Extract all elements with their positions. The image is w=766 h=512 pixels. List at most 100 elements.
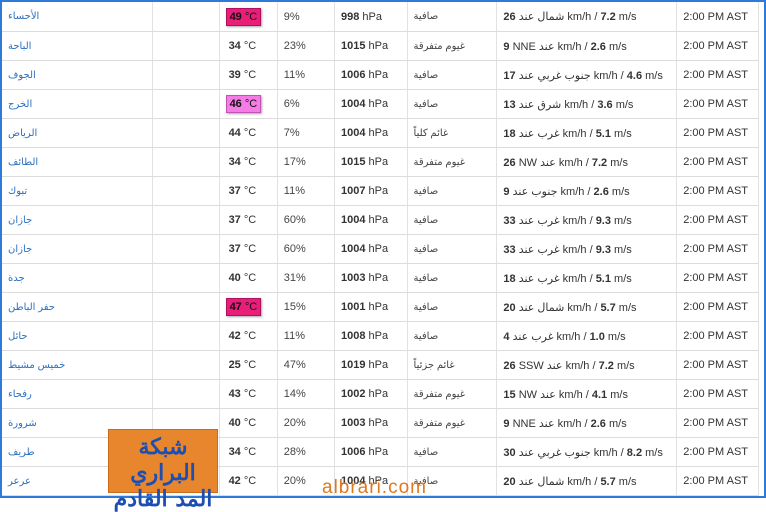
temperature-number: 25 [228,359,241,371]
table-row: الجوف 39 °C 11% 1006 hPa صافية 17 جنوب غربي ع… [2,60,759,90]
wind-unit-kmh: km/h / [562,243,593,256]
city-name-link[interactable]: خميس مشيط [2,350,154,380]
wind-direction: شمال عند [518,475,565,488]
wind-direction: غرب عند [518,272,560,285]
wind-unit-ms: m/s [645,69,663,82]
pressure-cell: 1019 hPa [334,350,408,380]
wind-cell: 18 غرب عند km/h / 5.1 m/s [496,263,678,293]
temperature-cell: 37 °C [219,205,278,235]
city-name-link[interactable]: الأحساء [2,2,154,32]
empty-cell [152,234,220,264]
temperature-cell: 44 °C [219,118,278,148]
wind-cell: 20 شمال عند km/h / 5.7 m/s [496,466,678,496]
wind-unit-ms: m/s [645,446,663,459]
city-name-link[interactable]: جازان [2,234,154,264]
table-row: رفحاء 43 °C 14% 1002 hPa غيوم متفرقة 15 NW عن… [2,379,759,409]
city-name-link[interactable]: جازان [2,205,154,235]
time-cell: 2:00 PM AST [676,408,759,438]
pressure-cell: 1004 hPa [334,234,408,264]
wind-speed-kmh: 17 [503,69,516,82]
time-cell: 2:00 PM AST [676,466,759,496]
wind-speed-kmh: 18 [503,127,516,140]
weather-table-body: الأحساء 49 °C 9% 998 hPa صافية 26 شمال عند km… [2,2,759,496]
weather-table-frame: الأحساء 49 °C 9% 998 hPa صافية 26 شمال عند km… [0,0,766,498]
temperature-unit: °C [243,243,257,255]
temperature-unit: °C [243,40,257,52]
pressure-value: 1004 [340,98,366,110]
pressure-unit: hPa [368,98,389,110]
wind-unit-kmh: km/h / [562,214,593,227]
wind-speed-kmh: 26 [503,156,516,169]
wind-cell: 18 غرب عند km/h / 5.1 m/s [496,118,678,148]
temperature-cell: 34 °C [219,147,278,177]
city-name-link[interactable]: حائل [2,321,154,351]
city-name-link[interactable]: الرياض [2,118,154,148]
condition-cell: صافية [407,234,498,264]
temperature-value: 44 °C [226,125,260,141]
pressure-cell: 1006 hPa [334,437,408,467]
time-cell: 2:00 PM AST [676,321,759,351]
humidity-cell: 11% [277,60,335,90]
site-watermark: albrari.com [322,477,427,498]
condition-cell: صافية [407,321,498,351]
condition-cell: غيوم متفرقة [407,147,498,177]
time-cell: 2:00 PM AST [676,263,759,293]
time-cell: 2:00 PM AST [676,176,759,206]
table-row: الرياض 44 °C 7% 1004 hPa غائم كلياً 18 غرب عن… [2,118,759,148]
city-name-link[interactable]: الباحة [2,31,154,61]
temperature-unit: °C [243,156,257,168]
city-name-link[interactable]: تبوك [2,176,154,206]
table-row: جازان 37 °C 60% 1004 hPa صافية 33 غرب عند km/… [2,205,759,235]
city-name-link[interactable]: رفحاء [2,379,154,409]
pressure-unit: hPa [368,417,389,429]
temperature-value: 37 °C [226,183,260,199]
temperature-number: 42 [228,475,241,487]
wind-cell: 30 جنوب غربي عند km/h / 8.2 m/s [496,437,678,467]
wind-unit-kmh: km/h / [567,475,598,488]
humidity-cell: 7% [277,118,335,148]
temperature-cell: 42 °C [219,466,278,496]
wind-speed-ms: 7.2 [598,359,614,372]
temperature-cell: 46 °C [219,89,278,119]
wind-unit-kmh: km/h / [556,330,587,343]
condition-cell: غيوم متفرقة [407,379,498,409]
city-name-link[interactable]: الخرج [2,89,154,119]
temperature-unit: °C [243,69,257,81]
city-name-link[interactable]: الطائف [2,147,154,177]
pressure-unit: hPa [368,272,389,284]
condition-cell: صافية [407,89,498,119]
wind-unit-kmh: km/h / [562,272,593,285]
pressure-cell: 1006 hPa [334,60,408,90]
city-name-link[interactable]: جدة [2,263,154,293]
wind-speed-ms: 5.7 [600,301,616,314]
condition-cell: غائم كلياً [407,118,498,148]
wind-unit-ms: m/s [614,127,632,140]
wind-speed-kmh: 33 [503,243,516,256]
pressure-value: 1019 [340,359,366,371]
temperature-number: 34 [228,156,241,168]
temperature-value: 42 °C [226,328,260,344]
humidity-cell: 31% [277,263,335,293]
empty-cell [152,205,220,235]
humidity-cell: 28% [277,437,335,467]
humidity-cell: 23% [277,31,335,61]
wind-unit-ms: m/s [614,272,632,285]
temperature-value: 39 °C [226,67,260,83]
temperature-unit: °C [243,127,257,139]
temperature-number: 34 [228,446,241,458]
pressure-unit: hPa [362,10,382,23]
empty-cell [152,379,220,409]
pressure-unit: hPa [368,40,389,52]
pressure-cell: 1015 hPa [334,31,408,61]
city-name-link[interactable]: حفر الباطن [2,292,154,322]
city-name-link[interactable]: الجوف [2,60,154,90]
pressure-cell: 998 hPa [334,2,408,32]
temperature-unit: °C [243,446,257,458]
wind-cell: 17 جنوب غربي عند km/h / 4.6 m/s [496,60,678,90]
wind-speed-kmh: 13 [503,98,516,111]
wind-speed-kmh: 9 [503,185,510,198]
temperature-unit: °C [243,330,257,342]
pressure-unit: hPa [368,301,389,313]
humidity-cell: 17% [277,147,335,177]
wind-unit-kmh: km/h / [565,359,596,372]
